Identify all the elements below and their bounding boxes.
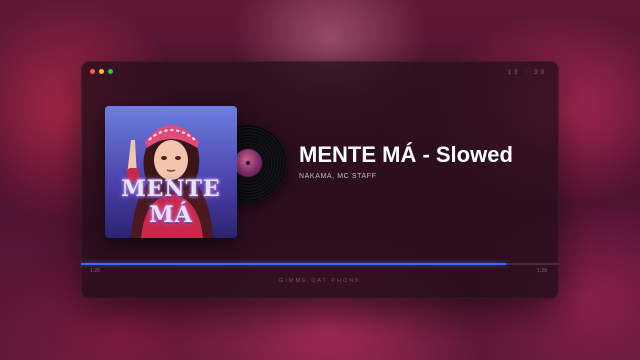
minimize-window-button[interactable] (99, 69, 104, 74)
channel-name: GIMME DAT PHONK (279, 278, 361, 284)
album-cover: MENTE MÁ (105, 106, 237, 238)
progress-bar[interactable] (81, 263, 559, 265)
progress-bar-fill (81, 263, 507, 265)
window-controls (90, 69, 113, 74)
maximize-window-button[interactable] (108, 69, 113, 74)
track-title: MENTE MÁ - Slowed (299, 142, 513, 167)
clock-display: 13 : 30 (507, 70, 547, 76)
album-cover-title: MENTE MÁ (121, 176, 221, 228)
music-player-window: 13 : 30 MENTE MÁ MENTE MÁ - Slowed NAKAM… (81, 61, 559, 299)
track-artist: NAKAMA, MC STAFF (299, 173, 377, 180)
vinyl-center-hole (246, 161, 250, 165)
total-time: 1:28 (537, 268, 547, 274)
elapsed-time: 1:28 (90, 268, 100, 274)
close-window-button[interactable] (90, 69, 95, 74)
